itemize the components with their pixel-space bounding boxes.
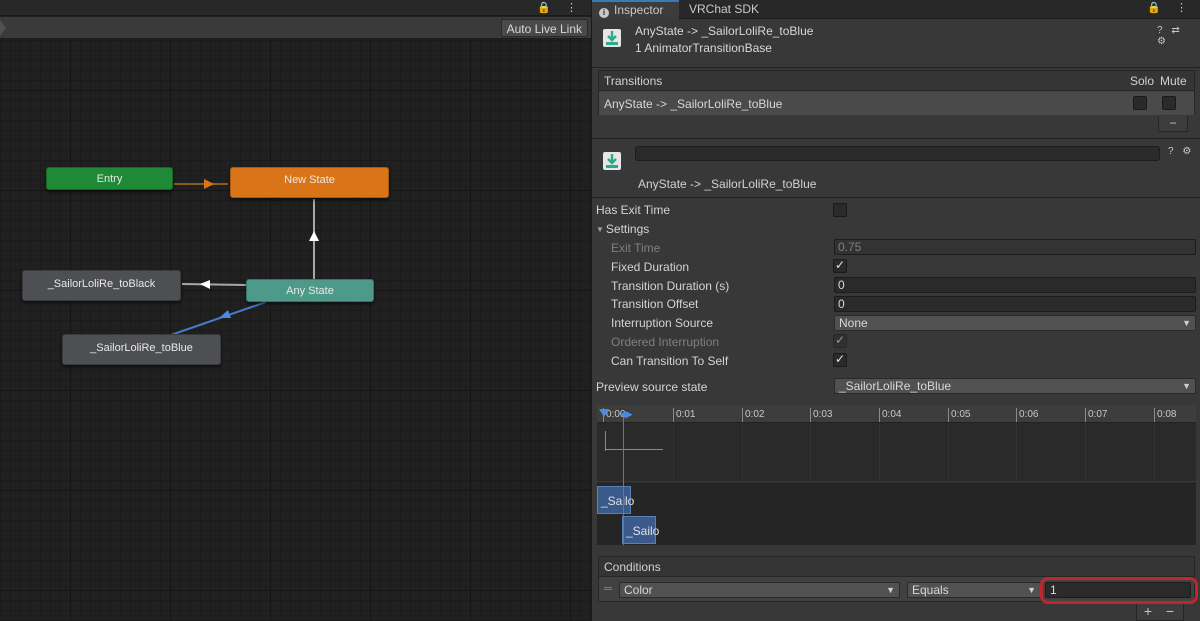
transition-icon [603, 29, 621, 47]
condition-parameter-value: Color [624, 583, 653, 597]
conditions-header: Conditions [599, 557, 1194, 577]
new-state-node[interactable]: New State [230, 167, 389, 198]
transition-detail-title: AnyState -> _SailorLoliRe_toBlue [638, 177, 817, 191]
mute-checkbox[interactable] [1162, 96, 1176, 110]
can-transition-to-self-label: Can Transition To Self [611, 354, 729, 368]
chevron-down-icon: ▼ [1182, 318, 1191, 328]
condition-mode-value: Equals [912, 583, 949, 597]
inspector-title: AnyState -> _SailorLoliRe_toBlue [635, 24, 814, 38]
timeline-tick: 0:06 [1016, 408, 1038, 422]
track-line [605, 449, 663, 450]
arrow-head-icon [200, 280, 210, 289]
timeline-tick: 0:08 [1154, 408, 1176, 422]
solo-checkbox[interactable] [1133, 96, 1147, 110]
header-tool-icons[interactable]: ? ⇄ ⚙ [1157, 25, 1200, 47]
transition-row[interactable]: AnyState -> _SailorLoliRe_toBlue [599, 92, 1194, 115]
transition-any-to-blue [167, 301, 267, 337]
drag-handle-icon[interactable] [604, 587, 612, 590]
timeline-divider [597, 481, 1196, 482]
transition-any-to-black [181, 283, 247, 286]
transition-offset-label: Transition Offset [611, 297, 699, 311]
chevron-down-icon: ▼ [886, 585, 895, 595]
ordered-interruption-label: Ordered Interruption [611, 335, 720, 349]
timeline-tick: 0:02 [742, 408, 764, 422]
divider [592, 138, 1200, 139]
remove-transition-button[interactable]: − [1158, 116, 1188, 132]
lock-menu-icons[interactable]: 🔒 ⋮ [1147, 1, 1193, 14]
remove-condition-button[interactable]: − [1159, 603, 1181, 619]
preview-source-value: _SailorLoliRe_toBlue [839, 379, 952, 393]
any-state-node[interactable]: Any State [246, 279, 374, 302]
inspector-subtitle: 1 AnimatorTransitionBase [635, 41, 772, 55]
tab-inspector-label: Inspector [614, 3, 664, 17]
mute-label: Mute [1160, 74, 1187, 88]
interruption-source-label: Interruption Source [611, 316, 714, 330]
conditions-list: Conditions Color ▼ Equals ▼ 1 [598, 556, 1195, 602]
info-icon: i [599, 8, 609, 18]
track-line [605, 431, 606, 451]
settings-foldout[interactable]: ▼ Settings [596, 222, 649, 236]
interruption-source-value: None [839, 316, 868, 330]
transition-name-input[interactable] [635, 146, 1160, 161]
has-exit-time-label: Has Exit Time [596, 203, 671, 217]
transition-row-label: AnyState -> _SailorLoliRe_toBlue [604, 97, 783, 111]
transitions-list: Transitions Solo Mute AnyState -> _Sailo… [598, 70, 1195, 115]
timeline-clip-area [597, 483, 1196, 545]
divider [592, 197, 1200, 198]
entry-node[interactable]: Entry [46, 167, 173, 190]
source-clip[interactable]: _Sailo [597, 486, 634, 514]
timeline-tick: 0:04 [879, 408, 901, 422]
preview-source-label: Preview source state [596, 380, 708, 394]
divider [592, 67, 1200, 68]
condition-mode-dropdown[interactable]: Equals ▼ [907, 582, 1041, 598]
playhead[interactable] [623, 413, 624, 545]
chevron-down-icon: ▼ [1182, 381, 1191, 391]
timeline-tick: 0:01 [673, 408, 695, 422]
transition-start-marker-icon[interactable] [599, 409, 609, 417]
arrow-head-icon [219, 310, 231, 318]
condition-value-field[interactable]: 1 [1045, 582, 1191, 598]
solo-label: Solo [1130, 74, 1155, 88]
destination-clip[interactable]: _Sailo [622, 516, 659, 544]
exit-time-field: 0.75 [834, 239, 1196, 255]
can-transition-to-self-checkbox[interactable] [833, 352, 847, 367]
inspector-panel: i Inspector VRChat SDK 🔒 ⋮ AnyState -> _S… [591, 0, 1200, 621]
transition-icon [603, 152, 621, 170]
fixed-duration-label: Fixed Duration [611, 260, 690, 274]
tab-vrchat-sdk[interactable]: VRChat SDK [689, 0, 769, 19]
chevron-down-icon: ▼ [1027, 585, 1036, 595]
settings-label: Settings [605, 222, 650, 236]
fixed-duration-checkbox[interactable] [833, 258, 847, 273]
transitions-heading: Transitions [604, 74, 663, 88]
detail-tool-icons[interactable]: ? ⚙ [1168, 146, 1194, 157]
transition-duration-label: Transition Duration (s) [611, 279, 730, 293]
timeline-tick: 0:05 [948, 408, 970, 422]
tab-bar: i Inspector VRChat SDK 🔒 ⋮ [592, 0, 1200, 19]
transition-timeline[interactable]: 0:00 0:01 0:02 0:03 0:04 0:05 0:06 0:07 … [597, 405, 1196, 545]
exit-time-label: Exit Time [611, 241, 661, 255]
tab-inspector[interactable]: i Inspector [592, 0, 679, 19]
state-node-to-blue[interactable]: _SailorLoliRe_toBlue [62, 334, 221, 365]
condition-parameter-dropdown[interactable]: Color ▼ [619, 582, 900, 598]
conditions-heading: Conditions [604, 560, 661, 574]
transitions-header: Transitions Solo Mute [599, 71, 1194, 91]
transition-duration-field[interactable]: 0 [834, 277, 1196, 293]
interruption-source-dropdown[interactable]: None ▼ [834, 315, 1196, 331]
ordered-interruption-checkbox [833, 333, 847, 348]
triangle-down-icon: ▼ [596, 225, 604, 234]
has-exit-time-checkbox[interactable] [833, 203, 847, 217]
animator-graph[interactable]: 🔒 ⋮ Auto Live Link Entry New State Any S… [0, 0, 591, 621]
timeline-tick: 0:07 [1085, 408, 1107, 422]
timeline-tick: 0:03 [810, 408, 832, 422]
transition-arrows [167, 179, 319, 337]
arrow-head-icon [204, 179, 214, 189]
transition-end-marker-icon[interactable]: ◀▶ [619, 409, 633, 419]
arrow-head-icon [309, 231, 319, 241]
timeline-ruler[interactable]: 0:00 0:01 0:02 0:03 0:04 0:05 0:06 0:07 … [597, 405, 1196, 423]
preview-source-dropdown[interactable]: _SailorLoliRe_toBlue ▼ [834, 378, 1196, 394]
add-condition-button[interactable]: + [1137, 603, 1159, 619]
condition-add-remove: + − [1136, 603, 1184, 621]
state-node-to-black[interactable]: _SailorLoliRe_toBlack [22, 270, 181, 301]
transition-offset-field[interactable]: 0 [834, 296, 1196, 312]
